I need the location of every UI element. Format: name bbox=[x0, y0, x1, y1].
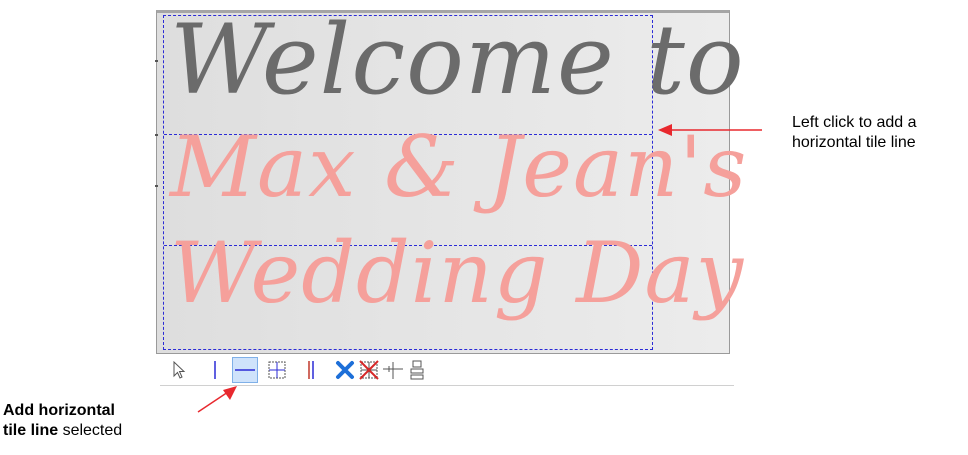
callout-left-click-line1: Left click to add a bbox=[792, 114, 917, 131]
callout-selected-line2: tile line selected bbox=[3, 421, 122, 441]
callout-selected-normal: selected bbox=[58, 422, 123, 439]
callout-selected-line1: Add horizontal bbox=[3, 402, 115, 419]
callout-selected-bold: tile line bbox=[3, 422, 59, 439]
annotation-arrows bbox=[197, 124, 762, 413]
callout-selected-tool: Add horizontal tile line selected bbox=[3, 401, 122, 441]
left-arrow-head bbox=[223, 386, 237, 400]
callout-left-click: Left click to add a horizontal tile line bbox=[792, 113, 917, 153]
callout-left-click-line2: horizontal tile line bbox=[792, 134, 916, 151]
left-arrow-line bbox=[197, 391, 229, 413]
right-arrow-head bbox=[658, 124, 672, 136]
